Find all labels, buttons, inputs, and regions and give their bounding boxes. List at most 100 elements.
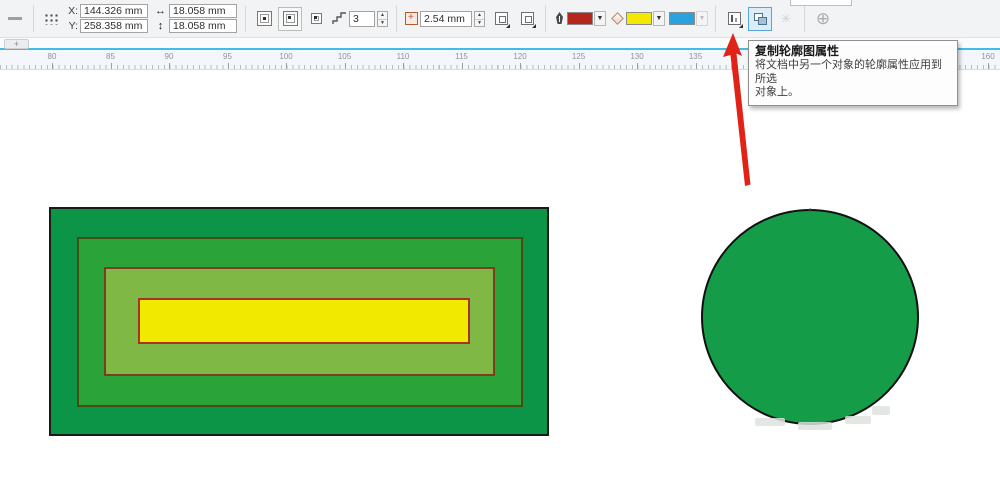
spinner-down-icon[interactable]: ▼ [475,19,484,27]
object-size-group: ↔ ↕ [154,4,237,33]
fill-color-swatch[interactable] [626,12,652,25]
ruler-unit-label: 100 [279,52,292,61]
end-fill-color-dropdown: ▼ [696,11,708,26]
contour-steps-input[interactable] [349,11,375,27]
copy-contour-icon-front [758,17,767,25]
contour-offset-input[interactable] [420,11,472,27]
tooltip: 复制轮廓图属性 将文档中另一个对象的轮廓属性应用到所选 对象上。 [748,40,958,106]
ruler-unit-label: 110 [397,52,410,61]
ruler-unit-label: 80 [48,52,57,61]
contour-outside-icon [311,13,322,24]
target-circle[interactable] [702,210,918,424]
quick-customize-button[interactable]: ⊕ [811,7,835,31]
ruler-major-tick [696,63,697,69]
cropped-control-fragment [8,17,22,20]
ruler-unit-label: 115 [455,52,468,61]
separator [245,6,246,32]
tooltip-title: 复制轮廓图属性 [755,44,951,59]
quick-customize-icon: ⊕ [816,10,830,27]
x-position-input[interactable] [80,4,148,18]
end-fill-color-group: ▼ [669,11,708,26]
ruler-major-tick [462,63,463,69]
y-label: Y: [65,20,78,32]
ruler-major-tick [637,63,638,69]
spinner-up-icon[interactable]: ▲ [475,12,484,19]
copy-contour-properties-button[interactable] [748,7,772,31]
spinner-up-icon[interactable]: ▲ [378,12,387,19]
object-height-input[interactable] [169,19,237,33]
ruler-unit-label: 105 [338,52,351,61]
contour-inside-icon [283,11,298,26]
spinner-down-icon[interactable]: ▼ [378,19,387,27]
contour-corners-button[interactable] [489,7,513,31]
ruler-major-tick [286,63,287,69]
ruler-unit-label: 85 [106,52,115,61]
fill-color-group: ▼ [610,11,665,26]
separator [33,6,34,32]
watermark-smudge [845,416,871,424]
ruler-unit-label: 95 [223,52,232,61]
ruler-unit-label: 130 [630,52,643,61]
ruler-major-tick [520,63,521,69]
contour-corners-icon [495,12,508,25]
curve-node [809,209,812,212]
ruler-major-tick [403,63,404,69]
contour-to-center-button[interactable] [252,7,276,31]
separator [396,6,397,32]
coreldraw-window: X: Y: ↔ ↕ [0,0,1000,486]
ruler-major-tick [988,63,989,69]
outline-color-dropdown[interactable]: ▼ [594,11,606,26]
add-page-button[interactable]: + [4,39,29,49]
height-icon: ↕ [154,19,167,33]
outline-pen-icon [553,11,566,26]
cropped-combobox-fragment [790,0,852,6]
property-bar: X: Y: ↔ ↕ [0,0,1000,38]
contour-offset-icon [405,12,418,25]
watermark-smudge [798,422,832,430]
object-acceleration-button[interactable] [722,7,746,31]
fill-tool-icon [611,12,624,25]
contour-to-center-icon [257,11,272,26]
contour-steps-group: ▲ ▼ [332,11,388,27]
separator [545,6,546,32]
contour-direction-button[interactable] [515,7,539,31]
end-fill-color-swatch [669,12,695,25]
contour-direction-icon [521,12,534,25]
watermark-smudge [872,406,890,415]
separator [804,6,805,32]
watermark-smudge [755,418,785,426]
x-label: X: [65,5,78,17]
contour-offset-group: ▲ ▼ [405,11,485,27]
ruler-unit-label: 90 [165,52,174,61]
outline-color-swatch[interactable] [567,12,593,25]
ruler-major-tick [228,63,229,69]
clear-contour-icon: ✳ [781,11,792,27]
object-position-grid-icon[interactable] [43,12,58,25]
separator [715,6,716,32]
ruler-unit-label: 160 [981,52,994,61]
ruler-major-tick [345,63,346,69]
object-width-input[interactable] [169,4,237,18]
y-position-input[interactable] [80,19,148,33]
ruler-unit-label: 135 [689,52,702,61]
contour-outside-button[interactable] [304,7,328,31]
contour-steps-icon [332,12,347,25]
ruler-unit-label: 125 [572,52,585,61]
ruler-major-tick [169,63,170,69]
ruler-unit-label: 120 [513,52,526,61]
ruler-major-tick [111,63,112,69]
contour-steps-spinner[interactable]: ▲ ▼ [377,11,388,27]
ruler-major-tick [579,63,580,69]
tooltip-body-line2: 对象上。 [755,86,951,100]
object-position-group: X: Y: [65,4,148,33]
clear-contour-button: ✳ [774,7,798,31]
ruler-major-tick [52,63,53,69]
width-icon: ↔ [154,4,167,18]
contour-offset-spinner[interactable]: ▲ ▼ [474,11,485,27]
contour-inside-button[interactable] [278,7,302,31]
fill-color-dropdown[interactable]: ▼ [653,11,665,26]
drawing-canvas[interactable] [0,70,1000,483]
object-acceleration-icon [728,12,741,25]
outline-color-group: ▼ [553,11,606,26]
source-rectangle[interactable] [139,299,469,343]
